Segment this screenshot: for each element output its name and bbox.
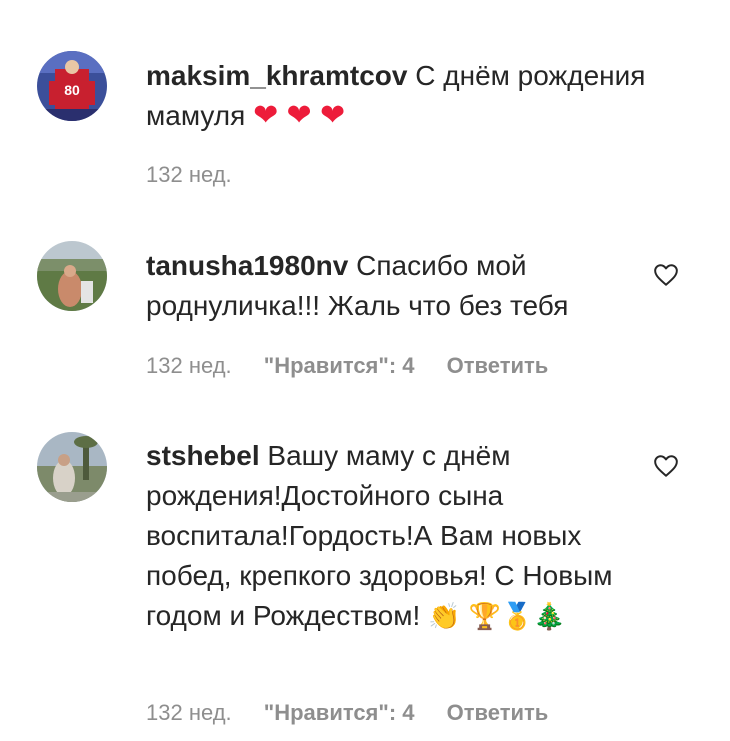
comment-time[interactable]: 132 нед.: [146, 162, 232, 187]
avatar[interactable]: [37, 241, 107, 311]
comment-username[interactable]: maksim_khramtcov: [146, 60, 407, 91]
comment-body: tanusha1980nv Спасибо мой роднуличка!!! …: [146, 246, 646, 326]
comment-meta: 132 нед. "Нравится": 4 Ответить: [146, 353, 574, 379]
heart-emoji-icon: ❤ ❤ ❤: [253, 99, 346, 132]
comment-username[interactable]: stshebel: [146, 440, 260, 471]
likes-count-link[interactable]: "Нравится": 4: [264, 700, 415, 725]
comment-time[interactable]: 132 нед.: [146, 700, 232, 725]
reply-button[interactable]: Ответить: [447, 700, 549, 725]
like-heart-icon[interactable]: [652, 453, 680, 479]
emoji-icons: 👏 🏆🥇🎄: [428, 602, 566, 632]
comment-body: stshebel Вашу маму с днём рождения!Досто…: [146, 436, 646, 637]
avatar[interactable]: 80: [37, 51, 107, 121]
svg-text:80: 80: [64, 82, 80, 98]
comment-time[interactable]: 132 нед.: [146, 353, 232, 378]
like-heart-icon[interactable]: [652, 262, 680, 288]
avatar[interactable]: [37, 432, 107, 502]
likes-count-link[interactable]: "Нравится": 4: [264, 353, 415, 378]
reply-button[interactable]: Ответить: [447, 353, 549, 378]
comment-meta: 132 нед.: [146, 162, 258, 188]
comment-meta: 132 нед. "Нравится": 4 Ответить: [146, 700, 574, 726]
comment-body: maksim_khramtcov С днём рождения мамуля …: [146, 56, 646, 136]
comment-username[interactable]: tanusha1980nv: [146, 250, 348, 281]
